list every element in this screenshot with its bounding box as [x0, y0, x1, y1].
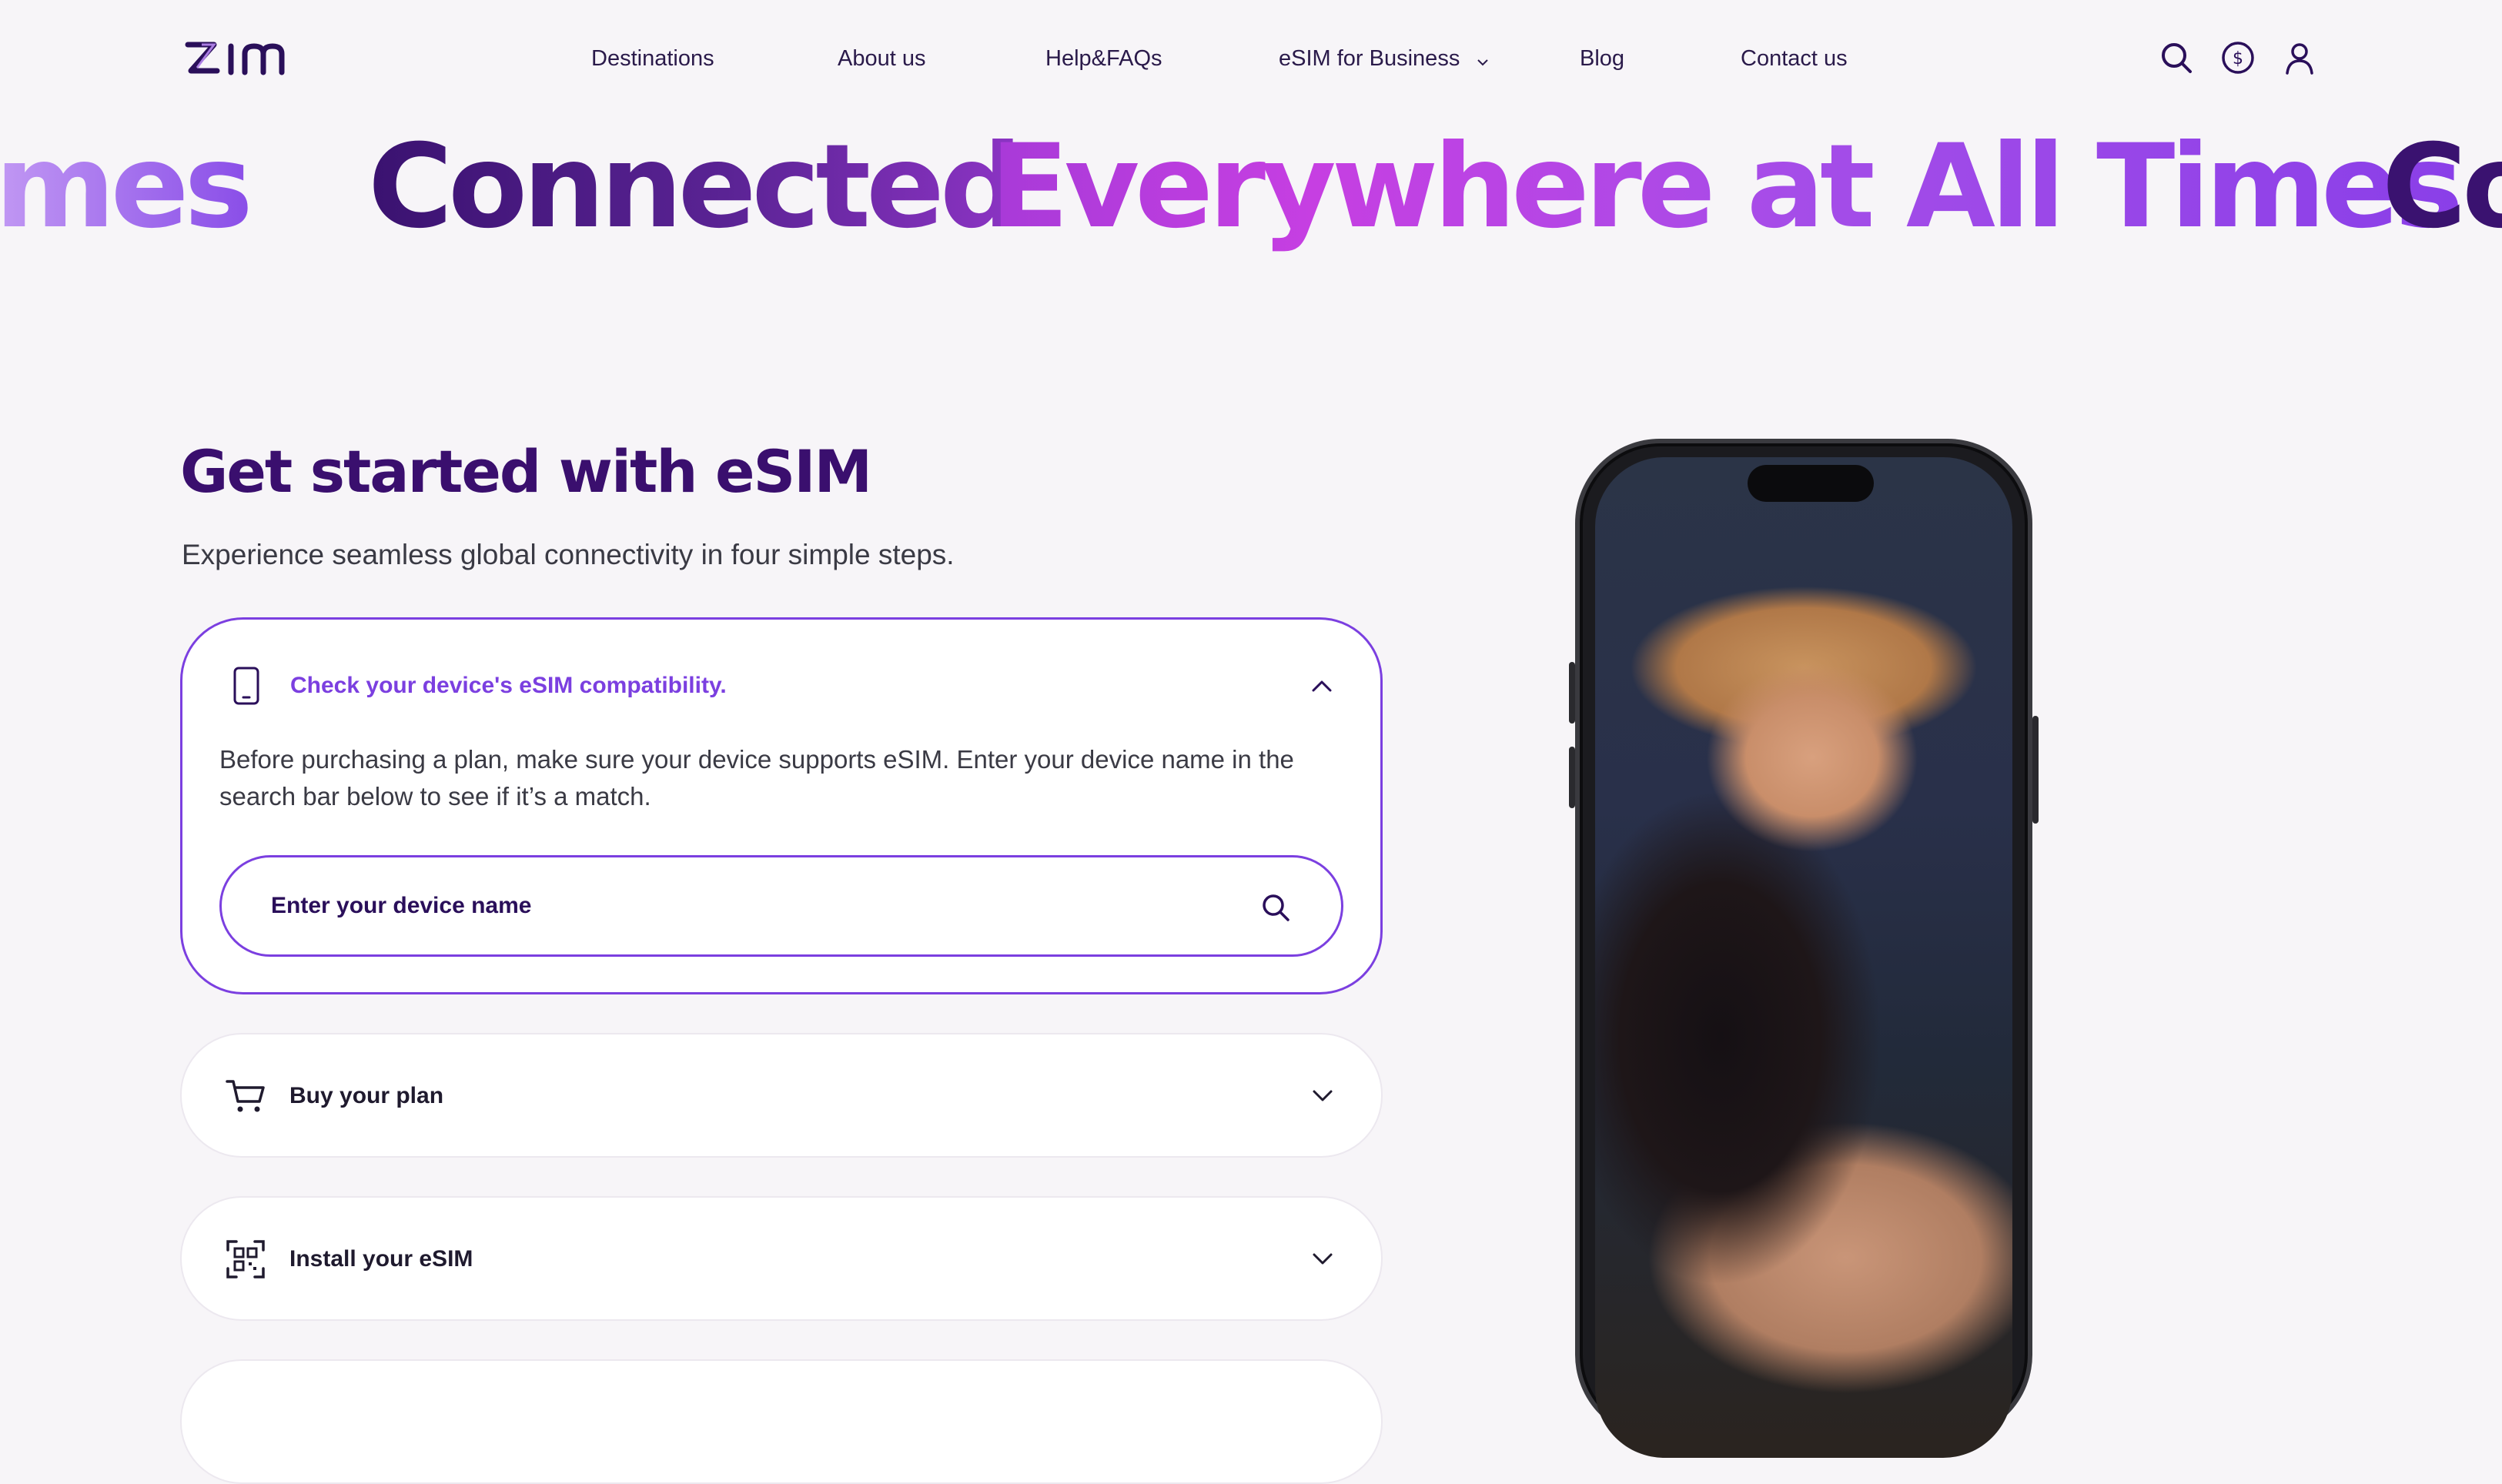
chevron-down-icon[interactable] — [1307, 1244, 1338, 1275]
phone-icon — [226, 665, 267, 707]
currency-icon[interactable]: $ — [2219, 38, 2257, 77]
step-label-compatibility: Check your device's eSIM compatibility. — [290, 673, 727, 698]
device-search-icon[interactable] — [1256, 888, 1295, 927]
step-card-install-esim[interactable]: Install your eSIM — [180, 1196, 1383, 1321]
qr-scan-icon — [225, 1238, 266, 1280]
device-search-input[interactable] — [222, 857, 1341, 954]
nav-blog[interactable]: Blog — [1580, 40, 1624, 77]
nav-help-faqs[interactable]: Help&FAQs — [1045, 40, 1162, 77]
phone-side-button — [2032, 716, 2039, 824]
marquee-fragment-left: imes — [0, 122, 253, 252]
step-label-buy-plan: Buy your plan — [289, 1083, 444, 1108]
chevron-down-icon[interactable] — [1307, 1081, 1338, 1111]
nav-about-us[interactable]: About us — [838, 40, 925, 77]
main-nav: Destinations About us Help&FAQs eSIM for… — [0, 40, 2502, 77]
step-card-next[interactable] — [180, 1359, 1383, 1484]
nav-destinations[interactable]: Destinations — [591, 40, 714, 77]
step-description-compatibility: Before purchasing a plan, make sure your… — [219, 745, 1294, 811]
step-label-install-esim: Install your eSIM — [289, 1246, 473, 1272]
search-icon[interactable] — [2157, 38, 2196, 77]
marquee-headline-part2: Everywhere at All Times — [990, 122, 2464, 252]
phone-screen-photo — [1595, 457, 2012, 1458]
dynamic-island — [1748, 465, 1874, 502]
svg-text:$: $ — [2233, 49, 2243, 69]
user-icon[interactable] — [2280, 38, 2319, 77]
phone-side-button — [1569, 662, 1575, 724]
step-header-install-esim[interactable]: Install your eSIM — [225, 1235, 1338, 1284]
marquee-fragment-right: Co — [2382, 122, 2502, 252]
cart-icon — [225, 1075, 266, 1117]
marquee-headline-part1: Connected — [368, 122, 1022, 252]
step-card-buy-plan[interactable]: Buy your plan — [180, 1033, 1383, 1158]
headline-marquee: imes Connected Everywhere at All Times C… — [0, 122, 2502, 252]
nav-esim-business-label: eSIM for Business — [1279, 46, 1460, 71]
phone-side-button — [1569, 747, 1575, 808]
chevron-down-icon — [1477, 41, 1489, 78]
chevron-up-icon[interactable] — [1306, 670, 1337, 701]
step-card-compatibility: Check your device's eSIM compatibility. … — [180, 617, 1383, 994]
step-header-compatibility[interactable]: Check your device's eSIM compatibility. — [226, 661, 1337, 710]
step-header-buy-plan[interactable]: Buy your plan — [225, 1071, 1338, 1121]
device-search-box — [219, 855, 1343, 957]
section-title: Get started with eSIM — [180, 437, 872, 506]
nav-contact-us[interactable]: Contact us — [1741, 40, 1848, 77]
nav-esim-business[interactable]: eSIM for Business — [1279, 40, 1489, 78]
phone-mockup — [1575, 439, 2032, 1458]
section-subtitle: Experience seamless global connectivity … — [182, 539, 955, 570]
